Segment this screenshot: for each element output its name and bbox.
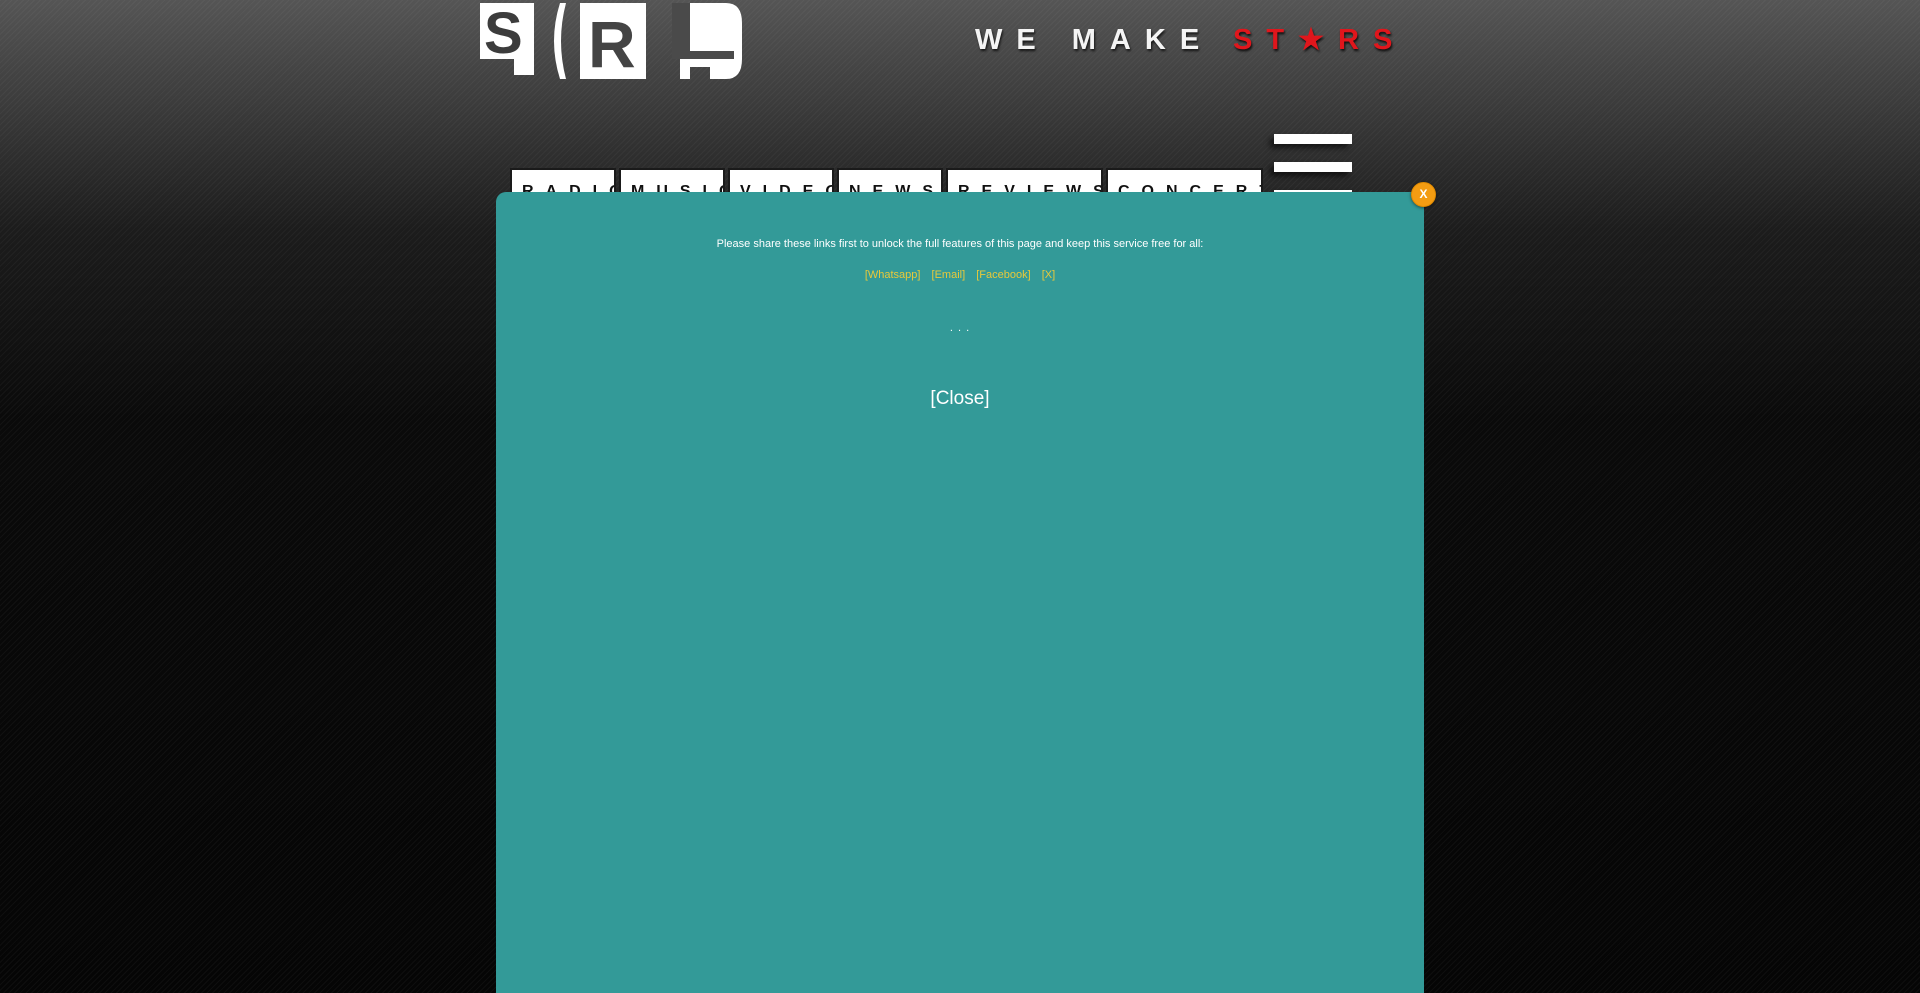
loading-ellipsis: . . . [949, 322, 971, 334]
share-email-link[interactable]: [Email] [932, 269, 966, 281]
close-link[interactable]: [Close] [496, 388, 1424, 410]
svg-text:S: S [484, 3, 523, 66]
close-x-button[interactable]: X [1411, 182, 1436, 207]
menu-bar [1274, 162, 1352, 172]
share-overlay: Please share these links first to unlock… [496, 192, 1424, 993]
share-whatsapp-link[interactable]: [Whatsapp] [865, 269, 921, 281]
menu-bar [1274, 134, 1352, 144]
share-x-link[interactable]: [X] [1042, 269, 1055, 281]
slogan-we-make: WE MAKE [975, 24, 1214, 56]
share-message: Please share these links first to unlock… [716, 238, 1204, 250]
share-links: [Whatsapp] [Email] [Facebook] [X] [496, 269, 1424, 281]
srl-logo-icon[interactable]: S R [480, 3, 744, 79]
svg-text:R: R [588, 7, 636, 79]
hamburger-menu-icon[interactable] [1272, 132, 1352, 200]
slogan-stars: ST★RS [1233, 24, 1407, 56]
page: S R WE MAKE ST★RS RADIO MUSIC VIDEOS NEW… [0, 0, 1920, 993]
share-facebook-link[interactable]: [Facebook] [976, 269, 1030, 281]
